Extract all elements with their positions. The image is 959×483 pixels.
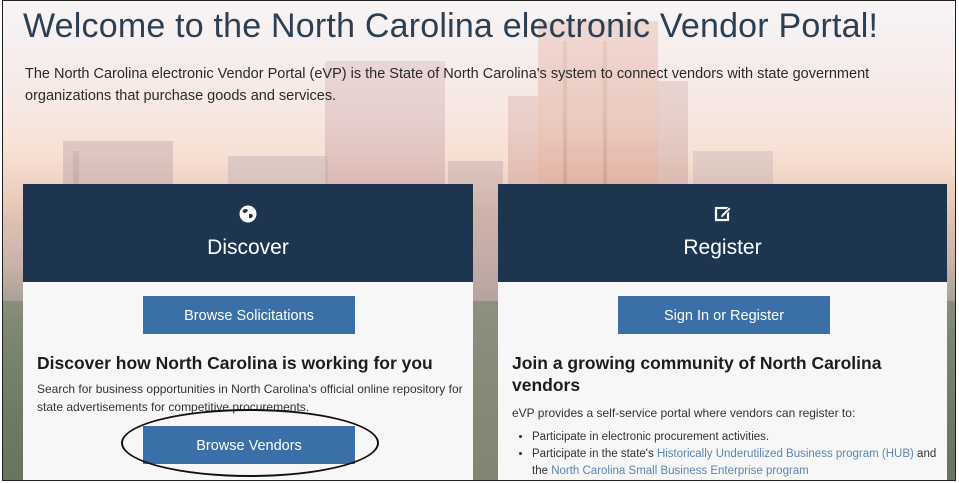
edit-icon (498, 204, 947, 226)
discover-card-header: Discover (23, 184, 473, 282)
browse-solicitations-button[interactable]: Browse Solicitations (143, 296, 355, 334)
sign-in-register-button[interactable]: Sign In or Register (618, 296, 830, 334)
discover-heading: Discover how North Carolina is working f… (37, 353, 433, 373)
globe-icon (23, 204, 473, 226)
register-bullet-list: Participate in electronic procurement ac… (514, 429, 942, 480)
hub-program-link[interactable]: Historically Underutilized Business prog… (657, 448, 914, 460)
discover-card: Discover Browse Solicitations Discover h… (23, 184, 473, 480)
register-heading: Join a growing community of North Caroli… (512, 353, 882, 395)
register-description: eVP provides a self-service portal where… (512, 406, 856, 420)
register-title: Register (683, 236, 762, 259)
browse-vendors-button[interactable]: Browse Vendors (143, 426, 355, 464)
register-card: Register Sign In or Register Join a grow… (498, 184, 947, 480)
portal-page: Welcome to the North Carolina electronic… (2, 0, 956, 481)
list-item: Participate in the state's Historically … (532, 446, 942, 480)
register-card-header: Register (498, 184, 947, 282)
discover-description: Search for business opportunities in Nor… (37, 382, 463, 414)
page-title: Welcome to the North Carolina electronic… (23, 7, 879, 45)
discover-title: Discover (207, 236, 289, 259)
intro-text: The North Carolina electronic Vendor Por… (25, 66, 870, 104)
small-business-program-link[interactable]: North Carolina Small Business Enterprise… (551, 465, 809, 477)
list-item: Participate in electronic procurement ac… (532, 429, 942, 446)
